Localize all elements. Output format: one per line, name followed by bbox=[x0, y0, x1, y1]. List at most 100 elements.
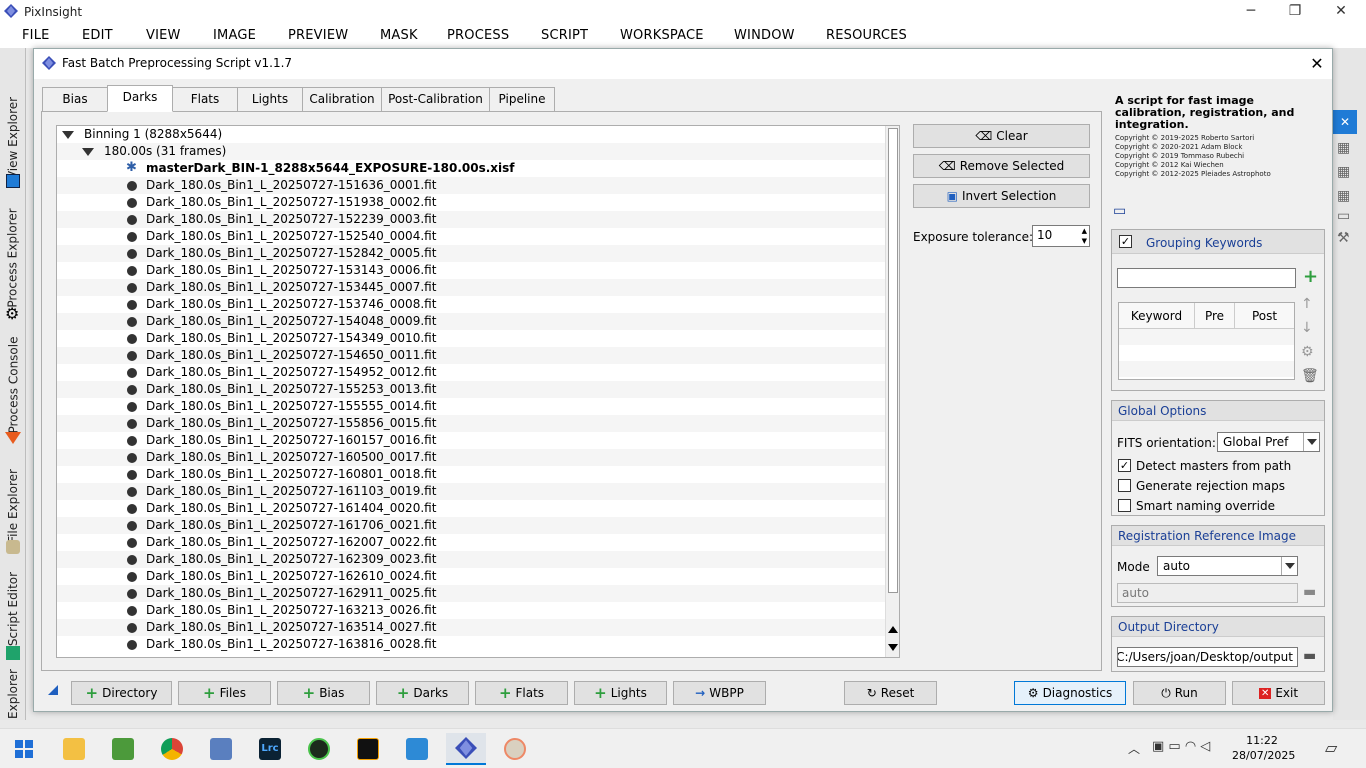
invert-selection-button[interactable]: ▣ Invert Selection bbox=[913, 184, 1090, 208]
add-keyword-icon[interactable]: + bbox=[1303, 268, 1318, 286]
taskbar-pixinsight[interactable] bbox=[446, 733, 486, 765]
file-row[interactable]: Dark_180.0s_Bin1_L_20250727-162007_0022.… bbox=[57, 534, 885, 551]
taskbar-app-chart[interactable] bbox=[103, 733, 143, 765]
col-pre[interactable]: Pre bbox=[1195, 303, 1235, 329]
menu-mask[interactable]: MASK bbox=[380, 28, 418, 43]
file-row[interactable]: Dark_180.0s_Bin1_L_20250727-155555_0014.… bbox=[57, 398, 885, 415]
tab-flats[interactable]: Flats bbox=[172, 87, 238, 111]
add-directory-button[interactable]: + Directory bbox=[71, 681, 172, 705]
menu-image[interactable]: IMAGE bbox=[213, 28, 256, 43]
wbpp-button[interactable]: → WBPP bbox=[673, 681, 766, 705]
tree-binning-node[interactable]: Binning 1 (8288x5644) bbox=[57, 126, 885, 143]
taskbar-file-explorer[interactable] bbox=[54, 733, 94, 765]
taskbar-app-green[interactable] bbox=[299, 733, 339, 765]
dock-tab-script-editor[interactable]: Script Editor bbox=[0, 564, 26, 654]
menu-script[interactable]: SCRIPT bbox=[541, 28, 588, 43]
tree-exposure-node[interactable]: 180.00s (31 frames) bbox=[57, 143, 885, 160]
dock-tab-file-explorer[interactable]: File Explorer bbox=[0, 458, 26, 553]
taskbar-chrome[interactable] bbox=[152, 733, 192, 765]
grid-icon[interactable]: ▦ bbox=[1337, 164, 1350, 180]
tab-darks[interactable]: Darks bbox=[107, 85, 173, 112]
file-row[interactable]: Dark_180.0s_Bin1_L_20250727-151636_0001.… bbox=[57, 177, 885, 194]
app-close-button[interactable]: ✕ bbox=[1318, 0, 1364, 24]
folder-icon[interactable]: ▬ bbox=[1303, 584, 1316, 600]
file-row[interactable]: Dark_180.0s_Bin1_L_20250727-154349_0010.… bbox=[57, 330, 885, 347]
col-post[interactable]: Post bbox=[1235, 303, 1294, 329]
tree-scrollbar[interactable] bbox=[885, 126, 899, 657]
file-row[interactable]: Dark_180.0s_Bin1_L_20250727-160801_0018.… bbox=[57, 466, 885, 483]
file-row[interactable]: Dark_180.0s_Bin1_L_20250727-162309_0023.… bbox=[57, 551, 885, 568]
spin-up-icon[interactable]: ▲ bbox=[1082, 227, 1087, 235]
file-row[interactable]: Dark_180.0s_Bin1_L_20250727-163213_0026.… bbox=[57, 602, 885, 619]
tab-lights[interactable]: Lights bbox=[237, 87, 303, 111]
expand-arrow-icon[interactable] bbox=[62, 131, 74, 139]
scroll-down-icon[interactable] bbox=[888, 644, 898, 651]
keywords-table[interactable]: Keyword Pre Post bbox=[1118, 302, 1295, 380]
arrow-up-icon[interactable]: ↑ bbox=[1301, 296, 1313, 312]
remove-selected-button[interactable]: ⌫ Remove Selected bbox=[913, 154, 1090, 178]
tree-master-row[interactable]: ✱ masterDark_BIN-1_8288x5644_EXPOSURE-18… bbox=[57, 160, 885, 177]
file-row[interactable]: Dark_180.0s_Bin1_L_20250727-153746_0008.… bbox=[57, 296, 885, 313]
add-flats-button[interactable]: + Flats bbox=[475, 681, 568, 705]
monitor-icon[interactable]: ▭ bbox=[1337, 208, 1350, 224]
tab-bias[interactable]: Bias bbox=[42, 87, 108, 111]
menu-window[interactable]: WINDOW bbox=[734, 28, 795, 43]
tab-calibration[interactable]: Calibration bbox=[302, 87, 382, 111]
smart-naming-checkbox[interactable] bbox=[1118, 499, 1131, 512]
taskbar-network-app[interactable] bbox=[201, 733, 241, 765]
file-row[interactable]: Dark_180.0s_Bin1_L_20250727-152842_0005.… bbox=[57, 245, 885, 262]
diagnostics-button[interactable]: ⚙ Diagnostics bbox=[1014, 681, 1126, 705]
menu-file[interactable]: FILE bbox=[22, 28, 50, 43]
tab-post-calibration[interactable]: Post-Calibration bbox=[381, 87, 490, 111]
rejection-maps-checkbox[interactable] bbox=[1118, 479, 1131, 492]
menu-process[interactable]: PROCESS bbox=[447, 28, 509, 43]
file-row[interactable]: Dark_180.0s_Bin1_L_20250727-161706_0021.… bbox=[57, 517, 885, 534]
taskbar-lightroom[interactable]: Lrc bbox=[250, 733, 290, 765]
menu-workspace[interactable]: WORKSPACE bbox=[620, 28, 704, 43]
registration-mode-select[interactable]: auto bbox=[1157, 556, 1298, 576]
file-row[interactable]: Dark_180.0s_Bin1_L_20250727-153143_0006.… bbox=[57, 262, 885, 279]
menu-preview[interactable]: PREVIEW bbox=[288, 28, 348, 43]
exit-button[interactable]: ✕ Exit bbox=[1232, 681, 1325, 705]
file-row[interactable]: Dark_180.0s_Bin1_L_20250727-155253_0013.… bbox=[57, 381, 885, 398]
file-row[interactable]: Dark_180.0s_Bin1_L_20250727-161404_0020.… bbox=[57, 500, 885, 517]
menu-edit[interactable]: EDIT bbox=[82, 28, 113, 43]
expand-arrow-icon[interactable] bbox=[82, 148, 94, 156]
gear-icon[interactable]: ⚙ bbox=[1301, 344, 1314, 360]
tray-chevron-icon[interactable]: ︿ bbox=[1128, 740, 1140, 757]
add-darks-button[interactable]: + Darks bbox=[376, 681, 469, 705]
tray-icons[interactable]: ▣ ▭ ◠ ◁ bbox=[1152, 739, 1210, 754]
reference-image-field[interactable]: auto bbox=[1117, 583, 1298, 603]
file-row[interactable]: Dark_180.0s_Bin1_L_20250727-154650_0011.… bbox=[57, 347, 885, 364]
fits-orientation-select[interactable]: Global Pref bbox=[1217, 432, 1320, 452]
menu-resources[interactable]: RESOURCES bbox=[826, 28, 907, 43]
output-directory-input[interactable]: C:/Users/joan/Desktop/output bbox=[1117, 647, 1298, 667]
trash-icon[interactable]: 🗑 bbox=[1301, 368, 1319, 384]
darks-file-tree[interactable]: Binning 1 (8288x5644) 180.00s (31 frames… bbox=[56, 125, 900, 658]
file-row[interactable]: Dark_180.0s_Bin1_L_20250727-161103_0019.… bbox=[57, 483, 885, 500]
run-button[interactable]: ⏻ Run bbox=[1133, 681, 1226, 705]
dialog-close-button[interactable]: ✕ bbox=[1304, 51, 1330, 77]
file-row[interactable]: Dark_180.0s_Bin1_L_20250727-154952_0012.… bbox=[57, 364, 885, 381]
file-row[interactable]: Dark_180.0s_Bin1_L_20250727-160157_0016.… bbox=[57, 432, 885, 449]
add-lights-button[interactable]: + Lights bbox=[574, 681, 667, 705]
dock-tab-process-console[interactable]: Process Console bbox=[0, 330, 26, 440]
dock-tab-view-explorer[interactable]: View Explorer bbox=[0, 88, 26, 188]
taskbar-paint[interactable] bbox=[495, 733, 535, 765]
dock-close-icon[interactable]: ✕ bbox=[1333, 110, 1357, 134]
file-row[interactable]: Dark_180.0s_Bin1_L_20250727-152540_0004.… bbox=[57, 228, 885, 245]
add-bias-button[interactable]: + Bias bbox=[277, 681, 370, 705]
spin-down-icon[interactable]: ▼ bbox=[1082, 237, 1087, 245]
file-row[interactable]: Dark_180.0s_Bin1_L_20250727-162610_0024.… bbox=[57, 568, 885, 585]
start-button[interactable] bbox=[4, 733, 44, 765]
comment-icon[interactable]: ▭ bbox=[1113, 203, 1126, 219]
folder-icon[interactable]: ▬ bbox=[1303, 648, 1316, 664]
grid-icon[interactable]: ▦ bbox=[1337, 140, 1350, 156]
scrollbar-thumb[interactable] bbox=[888, 128, 898, 593]
file-row[interactable]: Dark_180.0s_Bin1_L_20250727-151938_0002.… bbox=[57, 194, 885, 211]
add-files-button[interactable]: + Files bbox=[178, 681, 271, 705]
taskbar-app-dark[interactable] bbox=[348, 733, 388, 765]
tool-icon[interactable]: ⚒ bbox=[1337, 230, 1350, 246]
file-row[interactable]: Dark_180.0s_Bin1_L_20250727-155856_0015.… bbox=[57, 415, 885, 432]
tab-pipeline[interactable]: Pipeline bbox=[489, 87, 555, 111]
